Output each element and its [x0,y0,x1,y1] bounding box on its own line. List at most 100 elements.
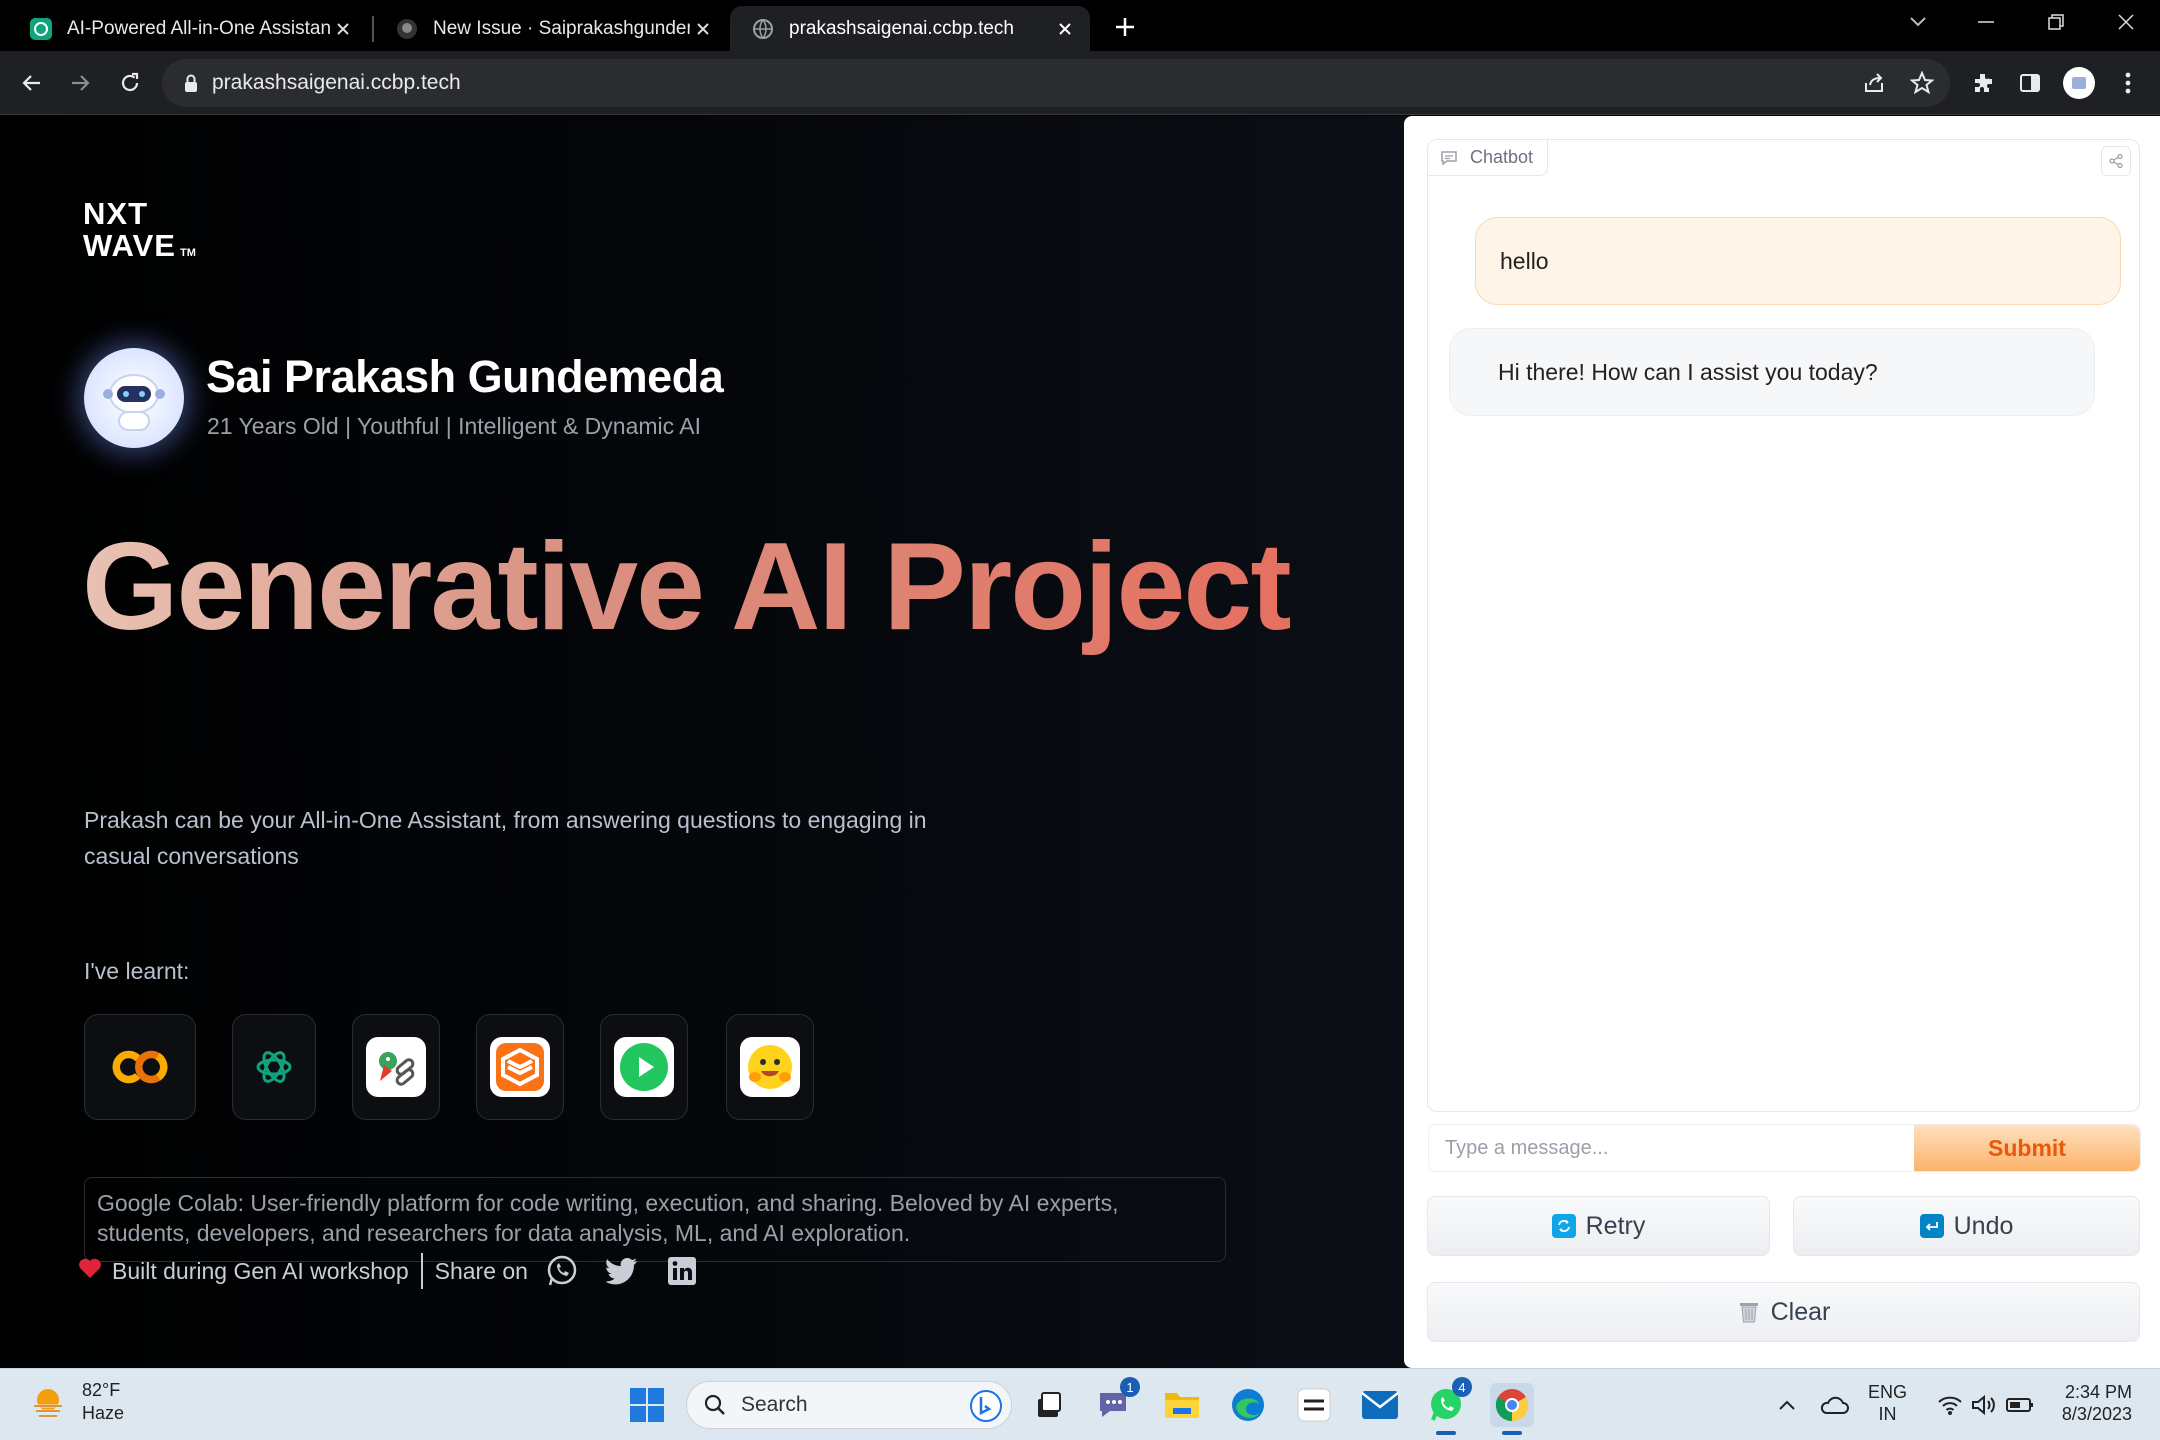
windows-taskbar: 82°F Haze Search 1 4 ENG IN 2:34 PM 8/3/… [0,1368,2160,1440]
weather-widget[interactable]: 82°F Haze [28,1379,124,1425]
show-hidden-icons-chevron-icon[interactable] [1765,1383,1809,1427]
new-tab-button[interactable] [1108,10,1142,44]
google-colab-icon [110,1037,170,1097]
retry-label: Retry [1585,1211,1646,1240]
tab-title: AI-Powered All-in-One Assistant [67,17,330,39]
nxtwave-logo: NXT WAVE TM [83,198,196,269]
whatsapp-badge: 4 [1452,1377,1472,1397]
tab-prakashsaigenai[interactable]: prakashsaigenai.ccbp.tech [730,6,1090,51]
logo-trademark: TM [180,247,196,259]
globe-favicon-icon [752,18,774,40]
browser-menu-icon[interactable] [2110,65,2146,101]
twitter-share-icon[interactable] [602,1251,642,1291]
active-indicator [1502,1431,1522,1435]
tab-strip: AI-Powered All-in-One Assistant New Issu… [0,0,2160,51]
share-page-icon[interactable] [1856,65,1892,101]
bookmark-star-icon[interactable] [1904,65,1940,101]
retry-icon [1551,1214,1576,1238]
file-explorer-icon[interactable] [1160,1383,1204,1427]
tab-close-icon[interactable] [1052,16,1078,42]
langchain-icon [366,1037,426,1097]
edge-browser-icon[interactable] [1226,1383,1270,1427]
whatsapp-icon[interactable]: 4 [1424,1377,1472,1435]
tool-gradio[interactable] [476,1014,564,1120]
extensions-icon[interactable] [1965,65,2001,101]
tool-info-text: Google Colab: User-friendly platform for… [97,1190,1119,1246]
onedrive-cloud-icon[interactable] [1812,1383,1856,1427]
user-message-text: hello [1500,247,1549,274]
chat-bubble-icon [1440,149,1458,167]
tab-close-icon[interactable] [330,16,356,42]
chatgpt-favicon-icon [30,17,52,40]
browser-window: AI-Powered All-in-One Assistant New Issu… [0,0,2160,1440]
clear-button[interactable]: Clear [1427,1282,2140,1342]
tab-search-chevron-icon[interactable] [1898,5,1938,39]
page-headline: Generative AI Project [82,518,1292,656]
minimize-icon[interactable] [1966,5,2006,39]
taskbar-search-label: Search [741,1393,808,1416]
tool-langchain[interactable] [352,1014,440,1120]
language-indicator[interactable]: ENG IN [1868,1381,1907,1425]
restore-icon[interactable] [2036,5,2076,39]
logo-line-1: NXT [83,196,148,231]
message-input[interactable] [1429,1125,1909,1171]
linkedin-share-icon[interactable] [662,1251,702,1291]
battery-icon[interactable] [1998,1383,2042,1427]
start-windows-icon[interactable] [625,1383,669,1427]
tab-close-icon[interactable] [690,16,716,42]
profile-name: Sai Prakash Gundemeda [206,351,724,402]
active-indicator [1436,1431,1456,1435]
wastebasket-icon [1737,1300,1761,1324]
teams-chat-icon[interactable]: 1 [1092,1377,1140,1427]
message-input-row: Submit [1428,1124,2141,1172]
whatsapp-share-icon[interactable] [542,1251,582,1291]
tab-title: New Issue · Saiprakashgundemeda [433,17,690,39]
teams-badge: 1 [1120,1377,1140,1397]
tool-google-colab[interactable] [84,1014,196,1120]
bot-message: Hi there! How can I assist you today? [1449,328,2095,416]
nxtwave-app-icon[interactable] [1292,1383,1336,1427]
side-panel-icon[interactable] [2012,65,2048,101]
lock-icon [180,72,202,94]
clear-label: Clear [1770,1297,1831,1326]
address-bar[interactable]: prakashsaigenai.ccbp.tech [162,59,1950,107]
bing-icon [969,1389,1003,1423]
region-code: IN [1878,1404,1897,1424]
undo-button[interactable]: Undo [1793,1196,2140,1256]
tool-play[interactable] [600,1014,688,1120]
clock-date: 8/3/2023 [2061,1404,2132,1424]
url-text: prakashsaigenai.ccbp.tech [212,71,461,94]
chatbot-label-text: Chatbot [1470,147,1534,167]
tool-openai[interactable] [232,1014,316,1120]
built-text: Built during Gen AI workshop [112,1257,409,1284]
mail-icon[interactable] [1358,1383,1402,1427]
chrome-icon[interactable] [1490,1383,1534,1435]
share-chat-icon[interactable] [2101,146,2131,176]
taskbar-search[interactable]: Search [686,1381,1012,1429]
submit-button[interactable]: Submit [1914,1125,2140,1171]
back-icon[interactable] [14,65,50,101]
heart-icon [78,1257,102,1286]
clock[interactable]: 2:34 PM 8/3/2023 [2056,1381,2132,1425]
forward-icon[interactable] [62,65,98,101]
browser-toolbar: prakashsaigenai.ccbp.tech [0,51,2160,115]
tab-new-issue[interactable]: New Issue · Saiprakashgundemeda [374,6,728,51]
profile-avatar[interactable] [2061,65,2097,101]
close-window-icon[interactable] [2106,5,2146,39]
tab-ai-assistant[interactable]: AI-Powered All-in-One Assistant [8,6,368,51]
undo-label: Undo [1953,1211,2014,1240]
retry-button[interactable]: Retry [1427,1196,1770,1256]
task-view-icon[interactable] [1026,1383,1070,1427]
clock-time: 2:34 PM [2064,1382,2132,1402]
share-text: Share on [434,1257,528,1284]
tool-info-box: Google Colab: User-friendly platform for… [84,1177,1226,1262]
chat-panel: Chatbot hello Hi there! How can I assist… [1404,116,2160,1368]
page-footer: Built during Gen AI workshop Share on [78,1251,702,1291]
page-description: Prakash can be your All-in-One Assistant… [84,807,927,869]
temperature-text: 82°F [82,1380,121,1400]
reload-icon[interactable] [112,65,148,101]
weather-condition-text: Haze [82,1403,125,1423]
tool-hugging-face[interactable] [726,1014,814,1120]
web-page: NXT WAVE TM Sai Prakash Gundemeda 21 Year… [0,116,2160,1368]
openai-icon [244,1037,304,1097]
